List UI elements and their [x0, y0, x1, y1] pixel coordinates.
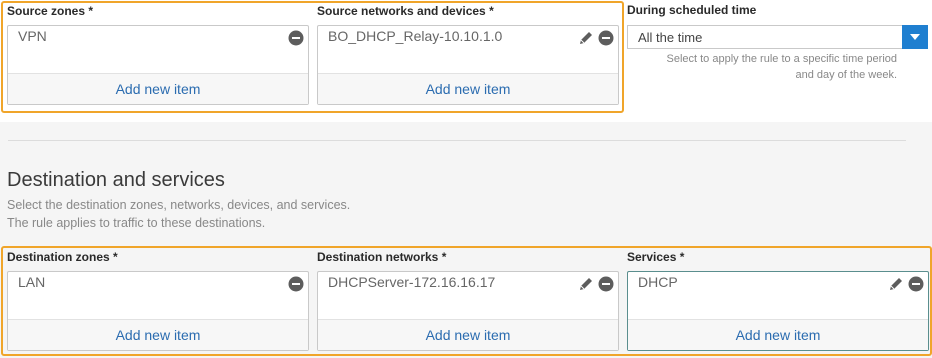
schedule-label: During scheduled time: [627, 3, 757, 17]
schedule-help-line1: Select to apply the rule to a specific t…: [666, 53, 897, 65]
section-desc-line1: Select the destination zones, networks, …: [7, 198, 351, 212]
source-highlight-box: [1, 1, 624, 113]
section-description: Select the destination zones, networks, …: [7, 196, 350, 232]
dropdown-button[interactable]: [902, 25, 928, 49]
section-desc-line2: The rule applies to traffic to these des…: [7, 216, 266, 230]
section-divider: [8, 140, 906, 141]
destination-highlight-box: [1, 246, 932, 356]
schedule-value: All the time: [638, 30, 703, 45]
schedule-select[interactable]: All the time: [627, 25, 928, 49]
schedule-help-text: Select to apply the rule to a specific t…: [640, 51, 897, 83]
section-title: Destination and services: [7, 169, 225, 191]
chevron-down-icon: [910, 34, 920, 40]
schedule-help-line2: and day of the week.: [795, 69, 897, 81]
